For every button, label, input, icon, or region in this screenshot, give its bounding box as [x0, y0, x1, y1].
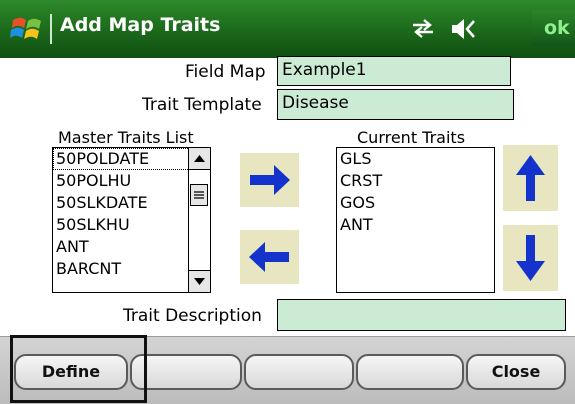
window-title: Add Map Traits — [60, 14, 221, 36]
title-bar: Add Map Traits ok — [0, 0, 575, 58]
list-item[interactable]: 50SLKDATE — [53, 192, 210, 214]
close-button[interactable]: Close — [466, 354, 566, 390]
current-traits-label: Current Traits — [357, 128, 466, 147]
field-map-field[interactable]: Example1 — [277, 56, 511, 86]
trait-description-label: Trait Description — [123, 306, 262, 326]
list-item[interactable]: ANT — [53, 236, 210, 258]
arrow-right-icon — [250, 165, 290, 195]
sync-icon[interactable] — [411, 18, 435, 38]
scroll-down-icon — [194, 278, 205, 285]
list-item[interactable]: ANT — [337, 214, 494, 236]
grip-icon — [194, 191, 204, 199]
scroll-thumb[interactable] — [190, 184, 208, 206]
add-trait-button[interactable] — [240, 153, 299, 207]
list-item[interactable]: GOS — [337, 192, 494, 214]
list-item[interactable]: 50POLHU — [53, 170, 210, 192]
ok-button[interactable]: ok — [532, 10, 575, 46]
field-map-label: Field Map — [185, 62, 266, 82]
scroll-down-button[interactable] — [189, 270, 210, 292]
trait-description-field[interactable] — [277, 299, 566, 331]
move-up-button[interactable] — [503, 145, 558, 211]
scroll-up-button[interactable] — [189, 148, 210, 170]
list-item[interactable]: BARCNT — [53, 258, 210, 280]
softkey-bar: Define Close — [0, 336, 575, 404]
scroll-up-icon — [194, 155, 205, 162]
current-traits-list[interactable]: GLS CRST GOS ANT — [336, 147, 495, 293]
trait-template-field[interactable]: Disease — [277, 89, 514, 120]
list-item[interactable]: GLS — [337, 148, 494, 170]
title-separator — [50, 14, 52, 44]
trait-template-label: Trait Template — [142, 95, 262, 115]
list-item[interactable]: CRST — [337, 170, 494, 192]
arrow-up-icon — [516, 155, 545, 201]
softkey-empty-3[interactable] — [356, 354, 464, 390]
move-down-button[interactable] — [503, 225, 558, 291]
define-button[interactable]: Define — [14, 354, 128, 390]
list-item[interactable]: 50SLKHU — [53, 214, 210, 236]
softkey-empty-1[interactable] — [130, 354, 242, 390]
arrow-down-icon — [516, 235, 545, 281]
master-traits-list[interactable]: 50POLDATE 50POLHU 50SLKDATE 50SLKHU ANT … — [52, 147, 211, 293]
list-item[interactable]: 50POLDATE — [53, 148, 210, 170]
scrollbar[interactable] — [188, 148, 210, 292]
softkey-empty-2[interactable] — [244, 354, 354, 390]
speaker-icon[interactable] — [450, 17, 480, 41]
arrow-left-icon — [249, 242, 289, 272]
remove-trait-button[interactable] — [240, 230, 299, 284]
windows-logo-icon[interactable] — [10, 12, 44, 46]
master-traits-label: Master Traits List — [58, 128, 194, 147]
